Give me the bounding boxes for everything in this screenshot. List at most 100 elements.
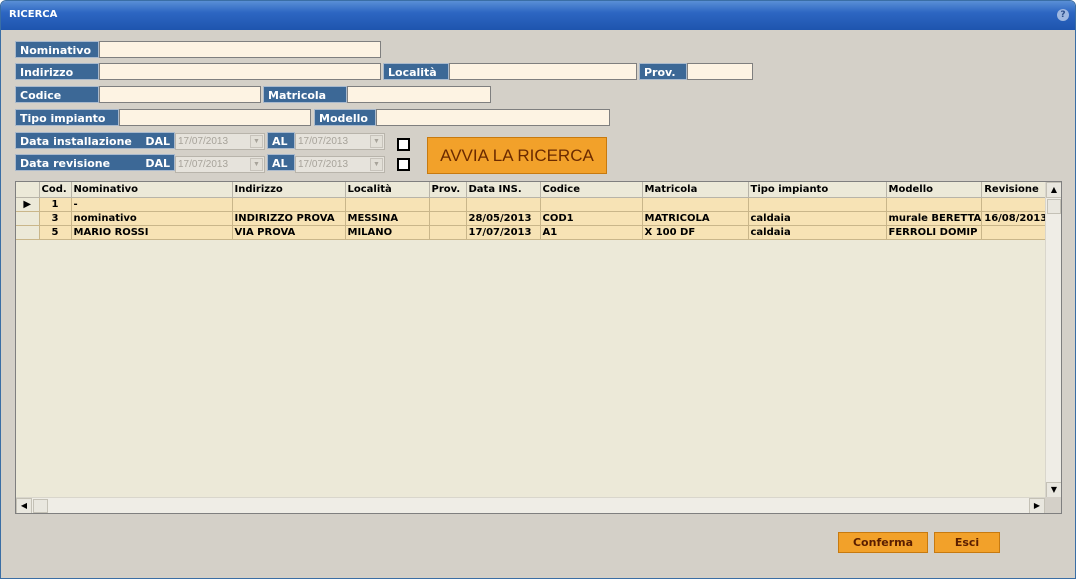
column-header[interactable]: Nominativo — [71, 182, 233, 198]
column-header[interactable]: Cod. — [39, 182, 72, 198]
revisione-dal-value: 17/07/2013 — [178, 159, 229, 170]
table-cell[interactable]: MATRICOLA — [642, 211, 749, 226]
column-header[interactable]: Revisione — [981, 182, 1052, 198]
scroll-left-icon[interactable]: ◀ — [16, 498, 32, 513]
localita-input[interactable] — [449, 63, 637, 80]
scroll-down-icon[interactable]: ▼ — [1046, 482, 1061, 498]
table-cell[interactable]: - — [71, 197, 233, 212]
table-cell[interactable] — [886, 197, 983, 212]
table-cell[interactable]: COD1 — [540, 211, 643, 226]
nominativo-label: Nominativo — [15, 41, 99, 58]
table-cell[interactable]: 5 — [39, 225, 72, 240]
confirm-button[interactable]: Conferma — [838, 532, 928, 553]
column-header[interactable]: Località — [345, 182, 430, 198]
chevron-down-icon[interactable]: ▼ — [370, 158, 383, 171]
installazione-dal-picker[interactable]: 17/07/2013 ▼ — [175, 133, 265, 150]
revisione-al-value: 17/07/2013 — [298, 159, 349, 170]
table-cell[interactable] — [345, 197, 430, 212]
vertical-scroll-thumb[interactable] — [1047, 199, 1061, 214]
help-icon[interactable]: ? — [1057, 9, 1069, 21]
table-cell[interactable]: VIA PROVA — [232, 225, 346, 240]
table-cell[interactable] — [981, 197, 1052, 212]
installazione-checkbox[interactable] — [397, 138, 410, 151]
table-cell[interactable] — [642, 197, 749, 212]
revisione-checkbox[interactable] — [397, 158, 410, 171]
scroll-right-icon[interactable]: ▶ — [1029, 498, 1045, 513]
table-cell[interactable] — [232, 197, 346, 212]
table-cell[interactable] — [429, 211, 467, 226]
revisione-al-label: AL — [267, 154, 295, 171]
chevron-down-icon[interactable]: ▼ — [250, 158, 263, 171]
table-cell[interactable]: A1 — [540, 225, 643, 240]
table-row[interactable]: 3 nominativo INDIRIZZO PROVA MESSINA 28/… — [16, 211, 1052, 226]
column-header[interactable]: Data INS. — [466, 182, 541, 198]
column-header[interactable]: Matricola — [642, 182, 749, 198]
table-cell[interactable]: MARIO ROSSI — [71, 225, 233, 240]
table-cell[interactable]: 16/08/2013 — [981, 211, 1052, 226]
column-header[interactable]: Tipo impianto — [748, 182, 887, 198]
table-cell[interactable] — [981, 225, 1052, 240]
installazione-dal-value: 17/07/2013 — [178, 136, 229, 147]
table-cell[interactable] — [429, 197, 467, 212]
table-cell[interactable]: FERROLI DOMIP — [886, 225, 983, 240]
table-cell[interactable] — [748, 197, 887, 212]
exit-button[interactable]: Esci — [934, 532, 1000, 553]
data-installazione-text: Data installazione — [20, 135, 132, 148]
table-cell[interactable]: MILANO — [345, 225, 430, 240]
table-cell[interactable]: murale BERETTA — [886, 211, 983, 226]
header-row: Cod. Nominativo Indirizzo Località Prov.… — [16, 182, 1052, 198]
table-cell[interactable]: 3 — [39, 211, 72, 226]
start-search-button[interactable]: AVVIA LA RICERCA — [427, 137, 607, 174]
column-header[interactable]: Prov. — [429, 182, 467, 198]
data-revisione-text: Data revisione — [20, 157, 111, 170]
indirizzo-input[interactable] — [99, 63, 381, 80]
table-cell[interactable]: caldaia — [748, 211, 887, 226]
column-header[interactable]: Codice — [540, 182, 643, 198]
table-cell[interactable]: 17/07/2013 — [466, 225, 541, 240]
row-indicator — [16, 211, 40, 226]
scroll-up-icon[interactable]: ▲ — [1046, 182, 1061, 198]
table-cell[interactable]: caldaia — [748, 225, 887, 240]
modello-input[interactable] — [376, 109, 610, 126]
modello-label: Modello — [314, 109, 376, 126]
revisione-dal-picker[interactable]: 17/07/2013 ▼ — [175, 156, 265, 173]
table-cell[interactable] — [540, 197, 643, 212]
installazione-al-label: AL — [267, 132, 295, 149]
localita-label: Località — [383, 63, 449, 80]
scroll-corner — [1045, 497, 1061, 513]
column-header[interactable]: Indirizzo — [232, 182, 346, 198]
window-title: RICERCA — [9, 9, 58, 20]
tipo-impianto-input[interactable] — [119, 109, 311, 126]
data-installazione-dal: DAL — [145, 135, 170, 148]
data-revisione-dal: DAL — [145, 157, 170, 170]
table-cell[interactable]: MESSINA — [345, 211, 430, 226]
chevron-down-icon[interactable]: ▼ — [370, 135, 383, 148]
horizontal-scroll-thumb[interactable] — [33, 499, 48, 513]
table-cell[interactable]: nominativo — [71, 211, 233, 226]
revisione-al-picker[interactable]: 17/07/2013 ▼ — [295, 156, 385, 173]
nominativo-input[interactable] — [99, 41, 381, 58]
data-revisione-label: Data revisione DAL — [15, 154, 175, 171]
chevron-down-icon[interactable]: ▼ — [250, 135, 263, 148]
column-header[interactable]: Modello — [886, 182, 983, 198]
horizontal-scrollbar[interactable]: ◀ ▶ — [16, 497, 1045, 513]
matricola-input[interactable] — [347, 86, 491, 103]
table-cell[interactable]: 28/05/2013 — [466, 211, 541, 226]
prov-input[interactable] — [687, 63, 753, 80]
table-cell[interactable] — [466, 197, 541, 212]
title-bar: RICERCA ? — [1, 1, 1075, 30]
table-row[interactable]: 5 MARIO ROSSI VIA PROVA MILANO 17/07/201… — [16, 225, 1052, 240]
table-row[interactable]: ▶ 1 - — [16, 197, 1052, 212]
table-cell[interactable]: X 100 DF — [642, 225, 749, 240]
table-cell[interactable] — [429, 225, 467, 240]
installazione-al-picker[interactable]: 17/07/2013 ▼ — [295, 133, 385, 150]
codice-input[interactable] — [99, 86, 261, 103]
table-cell[interactable]: 1 — [39, 197, 72, 212]
matricola-label: Matricola — [263, 86, 347, 103]
current-row-icon: ▶ — [16, 197, 40, 212]
vertical-scrollbar[interactable]: ▲ ▼ — [1045, 182, 1061, 498]
table-cell[interactable]: INDIRIZZO PROVA — [232, 211, 346, 226]
results-grid[interactable]: Cod. Nominativo Indirizzo Località Prov.… — [15, 181, 1062, 514]
data-installazione-label: Data installazione DAL — [15, 132, 175, 149]
row-indicator — [16, 225, 40, 240]
